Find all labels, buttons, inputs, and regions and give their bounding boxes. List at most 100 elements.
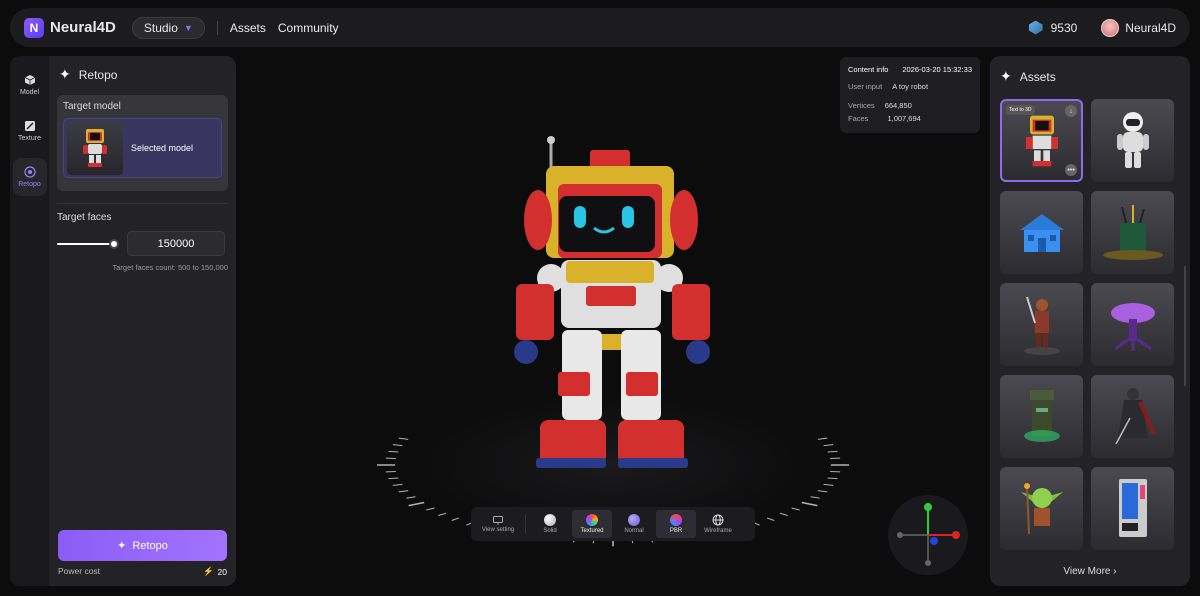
slider-handle[interactable]: [109, 238, 119, 249]
vending-machine-asset-image: [1118, 478, 1147, 537]
nav-community[interactable]: Community: [278, 21, 339, 35]
asset-card[interactable]: [1000, 375, 1083, 458]
selected-model-label: Selected model: [131, 143, 194, 153]
cube-icon: [24, 75, 35, 85]
robot-thumbnail-image: [83, 129, 107, 167]
brand-logo[interactable]: N Neural4D: [24, 17, 116, 38]
asset-card[interactable]: [1091, 99, 1174, 182]
retopo-button[interactable]: ✦ Retopo: [58, 530, 227, 561]
rail-item-model[interactable]: Model: [13, 66, 47, 104]
view-more-link[interactable]: View More ›: [990, 566, 1190, 577]
turntable-tick: [438, 512, 447, 516]
asset-card[interactable]: [1000, 191, 1083, 274]
model-thumbnail: [67, 121, 123, 175]
view-toolbar: View setting Solid Textured Normal PBR W…: [471, 507, 755, 541]
sparkle-icon: ✦: [59, 66, 71, 82]
asset-card[interactable]: [1091, 375, 1174, 458]
asset-card[interactable]: [1000, 467, 1083, 550]
turntable-tick: [408, 501, 425, 507]
nav-assets[interactable]: Assets: [230, 21, 266, 35]
turntable-tick: [810, 496, 820, 499]
selected-model-card[interactable]: Selected model: [63, 118, 222, 178]
wireframe-mode-button[interactable]: Wireframe: [698, 510, 738, 538]
asset-card[interactable]: [1000, 283, 1083, 366]
turntable-tick: [779, 512, 788, 516]
turntable-tick: [398, 490, 409, 493]
pbr-mode-button[interactable]: PBR: [656, 510, 696, 538]
turntable-tick: [827, 450, 838, 453]
asset-card[interactable]: [1091, 191, 1174, 274]
credits-value: 9530: [1050, 20, 1078, 35]
warrior-asset-image: [1023, 296, 1060, 355]
pbr-label: PBR: [669, 528, 683, 534]
target-faces-label: Target faces: [57, 212, 112, 223]
user-input-label: User input: [848, 82, 883, 91]
avatar: [1101, 18, 1120, 37]
faces-row: Faces 1,007,694: [848, 114, 972, 123]
target-faces-slider[interactable]: [57, 237, 119, 251]
assets-scrollbar[interactable]: [1184, 266, 1186, 386]
assets-title: Assets: [1019, 69, 1056, 84]
divider: [525, 515, 526, 533]
turntable-tick: [451, 517, 460, 521]
credits-display[interactable]: 9530: [1028, 20, 1078, 35]
more-icon[interactable]: •••: [1065, 164, 1077, 176]
turntable-tick: [791, 507, 800, 511]
target-faces-input[interactable]: [127, 231, 225, 256]
slider-track: [57, 242, 117, 245]
content-info-title: Content info: [848, 65, 889, 74]
rail-item-texture[interactable]: Texture: [13, 112, 47, 150]
assets-panel: ✦ Assets Text to 3D ↓ ••• View More ›: [990, 56, 1190, 586]
turntable-tick: [817, 490, 828, 493]
lightning-icon: ⚡: [202, 566, 214, 576]
download-icon[interactable]: ↓: [1065, 105, 1077, 117]
studio-mode-button[interactable]: Studio ▼: [131, 16, 205, 39]
rail-item-retopo[interactable]: Retopo: [12, 158, 47, 196]
turntable-tick: [388, 477, 399, 480]
panel-title: Retopo: [78, 67, 118, 82]
user-menu[interactable]: Neural4D: [1101, 18, 1176, 37]
top-bar: N Neural4D Studio ▼ Assets Community 953…: [10, 8, 1190, 47]
user-input-value: A toy robot: [892, 82, 929, 91]
monitor-icon: [493, 515, 503, 525]
content-info-timestamp: 2026-03-20 15:32:33: [902, 65, 972, 74]
turntable-tick: [426, 507, 435, 511]
axis-gizmo-graphic: [897, 503, 960, 566]
asset-card[interactable]: Text to 3D ↓ •••: [1000, 99, 1083, 182]
rail-label: Model: [19, 89, 40, 96]
panel-header: ✦ Retopo: [57, 66, 228, 83]
wireframe-label: Wireframe: [704, 528, 732, 534]
tool-rail: Model Texture Retopo: [10, 56, 49, 586]
turntable-tick: [388, 450, 399, 453]
normal-mode-button[interactable]: Normal: [614, 510, 654, 538]
turntable-tick: [406, 496, 416, 499]
turntable-tick: [823, 444, 834, 447]
content-info-header: Content info 2026-03-20 15:32:33: [848, 65, 972, 74]
content-info-card: Content info 2026-03-20 15:32:33 User in…: [840, 57, 980, 133]
mushroom-creature-asset-image: [1110, 302, 1155, 351]
blue-house-asset-image: [1019, 213, 1064, 252]
logo-icon: N: [24, 17, 44, 38]
divider: [216, 20, 218, 35]
totem-asset-image: [1023, 389, 1060, 442]
vertices-row: Vertices 664,850: [848, 101, 972, 110]
assets-grid: Text to 3D ↓ •••: [1000, 99, 1180, 550]
asset-card[interactable]: [1091, 467, 1174, 550]
textured-mode-button[interactable]: Textured: [572, 510, 612, 538]
vertices-value: 664,850: [884, 101, 912, 110]
astronaut-asset-image: [1116, 111, 1149, 168]
faces-label: Faces: [848, 114, 869, 123]
power-cost-label: Power cost: [58, 566, 101, 576]
turntable-tick: [817, 437, 828, 440]
studio-label: Studio: [143, 20, 178, 35]
asset-card[interactable]: [1091, 283, 1174, 366]
rail-label: Texture: [18, 135, 41, 142]
vertices-label: Vertices: [848, 101, 875, 110]
assets-header: ✦ Assets: [1000, 68, 1180, 85]
view-setting-button[interactable]: View setting: [475, 510, 521, 538]
target-faces-hint: Target faces count: 500 to 150,000: [112, 263, 229, 272]
pbr-sphere-icon: [670, 514, 682, 526]
solid-mode-button[interactable]: Solid: [530, 510, 570, 538]
axis-gizmo[interactable]: [888, 495, 968, 575]
normal-label: Normal: [624, 528, 644, 534]
